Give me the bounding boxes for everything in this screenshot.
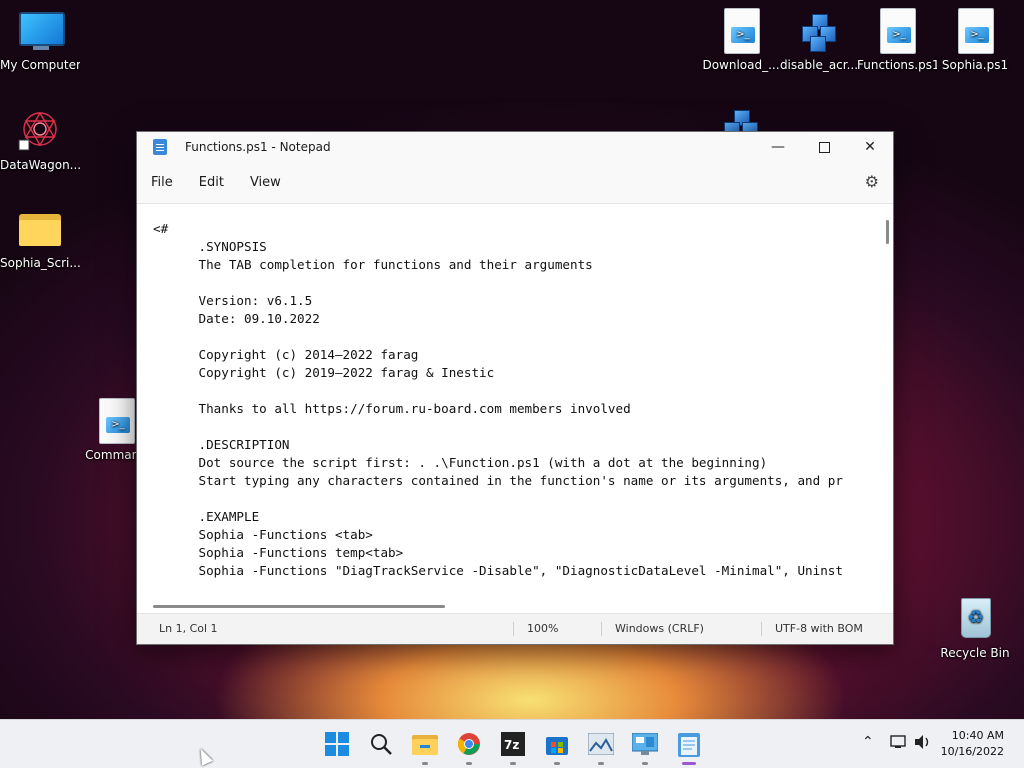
clock-time: 10:40 AM	[951, 729, 1004, 742]
menu-file[interactable]: File	[143, 171, 181, 194]
title-bar[interactable]: Functions.ps1 - Notepad — ✕	[137, 132, 893, 162]
desktop-icon-label: disable_acr...	[779, 58, 859, 72]
line-ending: Windows (CRLF)	[615, 622, 704, 635]
desktop-icon-label: DataWagon...	[0, 158, 80, 172]
network-icon[interactable]	[890, 734, 908, 754]
maximize-button[interactable]	[801, 132, 847, 162]
zoom-level: 100%	[527, 622, 559, 635]
cubes-icon	[796, 8, 842, 54]
taskbar: 7z ⌃ 10:40 AM 10/16/2022	[0, 719, 1024, 768]
text-editor[interactable]: <# .SYNOPSIS The TAB completion for func…	[137, 203, 893, 614]
notepad-icon[interactable]	[675, 730, 703, 758]
desktop-icon-sophia-script-folder[interactable]: Sophia_Scri...	[0, 206, 80, 270]
desktop-icon-label: Sophia_Scri...	[0, 256, 80, 270]
close-icon: ✕	[864, 139, 876, 155]
settings-gear-icon[interactable]: ⚙	[865, 172, 879, 191]
horizontal-scrollbar[interactable]	[153, 605, 445, 608]
desktop-icon-datawagon[interactable]: DataWagon...	[0, 108, 80, 172]
maximize-icon	[818, 141, 830, 153]
powershell-script-icon: >_	[718, 8, 764, 54]
chevron-up-icon[interactable]: ⌃	[862, 734, 874, 750]
powershell-script-icon: >_	[952, 8, 998, 54]
folder-icon	[17, 206, 63, 252]
document-text[interactable]: <# .SYNOPSIS The TAB completion for func…	[153, 220, 877, 588]
notepad-icon	[153, 139, 167, 155]
control-panel-icon[interactable]	[631, 730, 659, 758]
desktop-icon-sophia-ps1[interactable]: >_ Sophia.ps1	[935, 8, 1015, 72]
start-icon[interactable]	[323, 730, 351, 758]
desktop-icon-label: Recycle Bin	[940, 646, 1010, 660]
desktop-icon-label: My Computer	[0, 58, 80, 72]
desktop-icon-label: Sophia.ps1	[941, 58, 1009, 72]
file-explorer-icon[interactable]	[411, 730, 439, 758]
menu-bar: File Edit View ⚙	[137, 162, 893, 202]
powershell-script-icon: >_	[93, 398, 139, 444]
store-icon[interactable]	[543, 730, 571, 758]
monitor-icon	[17, 8, 65, 54]
clock-date: 10/16/2022	[940, 745, 1004, 758]
menu-view[interactable]: View	[242, 171, 289, 194]
menu-edit[interactable]: Edit	[191, 171, 232, 194]
desktop-icon-disable-acr[interactable]: disable_acr...	[779, 8, 859, 72]
notepad-window[interactable]: Functions.ps1 - Notepad — ✕ File Edit Vi…	[136, 131, 894, 645]
clock[interactable]: 10:40 AM 10/16/2022	[941, 728, 1004, 760]
desktop-icon-label: Download_...	[702, 58, 780, 72]
encoding: UTF-8 with BOM	[775, 622, 863, 635]
chrome-icon[interactable]	[455, 730, 483, 758]
cursor-position: Ln 1, Col 1	[159, 622, 218, 635]
minimize-icon: —	[771, 139, 785, 155]
volume-icon[interactable]	[914, 734, 932, 754]
desktop-icon-label: Functions.ps1	[857, 58, 937, 72]
desktop-icon-download[interactable]: >_ Download_...	[701, 8, 781, 72]
desktop-icon-functions-ps1[interactable]: >_ Functions.ps1	[857, 8, 937, 72]
desktop-icon-recycle-bin[interactable]: ♻ Recycle Bin	[935, 596, 1015, 660]
window-title: Functions.ps1 - Notepad	[185, 140, 331, 154]
search-icon[interactable]	[367, 730, 395, 758]
minimize-button[interactable]: —	[755, 132, 801, 162]
7zip-icon[interactable]: 7z	[499, 730, 527, 758]
svg-text:7z: 7z	[504, 738, 519, 752]
desktop-icon-my-computer[interactable]: My Computer	[0, 8, 80, 72]
datawagon-icon	[17, 108, 63, 154]
close-button[interactable]: ✕	[847, 132, 893, 162]
photos-icon[interactable]	[587, 730, 615, 758]
powershell-script-icon: >_	[874, 8, 920, 54]
recycle-bin-icon: ♻	[952, 596, 998, 642]
status-bar: Ln 1, Col 1 100% Windows (CRLF) UTF-8 wi…	[137, 613, 893, 644]
vertical-scrollbar[interactable]	[886, 220, 889, 244]
